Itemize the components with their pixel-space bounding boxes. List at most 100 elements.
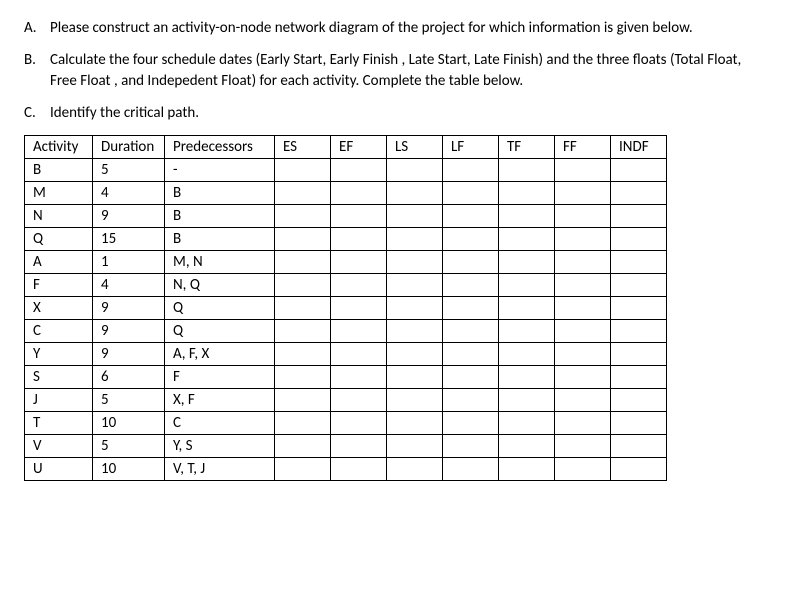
cell-ff [555, 435, 611, 458]
cell-activity: U [25, 458, 93, 481]
schedule-table: Activity Duration Predecessors ES EF LS … [24, 135, 667, 481]
cell-ls [387, 412, 443, 435]
cell-ls [387, 435, 443, 458]
col-activity: Activity [25, 136, 93, 159]
table-row: M4B [25, 182, 667, 205]
cell-tf [499, 251, 555, 274]
question-c: C. Identify the critical path. [24, 103, 764, 123]
cell-indf [611, 274, 667, 297]
cell-tf [499, 297, 555, 320]
cell-ff [555, 274, 611, 297]
cell-lf [443, 320, 499, 343]
cell-activity: X [25, 297, 93, 320]
cell-ef [331, 366, 387, 389]
cell-ls [387, 274, 443, 297]
cell-tf [499, 320, 555, 343]
cell-duration: 9 [93, 320, 165, 343]
cell-activity: Q [25, 228, 93, 251]
cell-ef [331, 412, 387, 435]
cell-ef [331, 320, 387, 343]
table-row: A1M, N [25, 251, 667, 274]
cell-tf [499, 182, 555, 205]
cell-lf [443, 435, 499, 458]
cell-ls [387, 343, 443, 366]
cell-activity: B [25, 159, 93, 182]
cell-ef [331, 205, 387, 228]
col-indf: INDF [611, 136, 667, 159]
cell-indf [611, 366, 667, 389]
cell-tf [499, 205, 555, 228]
cell-es [275, 251, 331, 274]
cell-lf [443, 343, 499, 366]
cell-ef [331, 182, 387, 205]
cell-duration: 15 [93, 228, 165, 251]
col-predecessors: Predecessors [165, 136, 275, 159]
cell-duration: 6 [93, 366, 165, 389]
cell-ff [555, 228, 611, 251]
cell-indf [611, 159, 667, 182]
cell-ef [331, 458, 387, 481]
col-es: ES [275, 136, 331, 159]
cell-es [275, 159, 331, 182]
question-b: B. Calculate the four schedule dates (Ea… [24, 50, 764, 91]
cell-ef [331, 251, 387, 274]
cell-ef [331, 435, 387, 458]
cell-indf [611, 228, 667, 251]
question-text: Please construct an activity-on-node net… [50, 18, 764, 38]
cell-predecessors: V, T, J [165, 458, 275, 481]
cell-tf [499, 274, 555, 297]
cell-duration: 10 [93, 458, 165, 481]
cell-activity: N [25, 205, 93, 228]
cell-ff [555, 251, 611, 274]
cell-ls [387, 205, 443, 228]
cell-predecessors: B [165, 182, 275, 205]
cell-es [275, 274, 331, 297]
cell-duration: 9 [93, 205, 165, 228]
cell-ff [555, 343, 611, 366]
col-ef: EF [331, 136, 387, 159]
cell-indf [611, 389, 667, 412]
cell-lf [443, 251, 499, 274]
cell-predecessors: Q [165, 320, 275, 343]
cell-lf [443, 366, 499, 389]
question-marker: B. [24, 50, 50, 91]
cell-ls [387, 251, 443, 274]
cell-predecessors: B [165, 228, 275, 251]
col-ff: FF [555, 136, 611, 159]
cell-activity: A [25, 251, 93, 274]
cell-predecessors: B [165, 205, 275, 228]
cell-activity: V [25, 435, 93, 458]
cell-predecessors: C [165, 412, 275, 435]
cell-indf [611, 412, 667, 435]
table-row: V5Y, S [25, 435, 667, 458]
table-row: F4N, Q [25, 274, 667, 297]
cell-predecessors: A, F, X [165, 343, 275, 366]
cell-predecessors: M, N [165, 251, 275, 274]
table-body: B5-M4BN9BQ15BA1M, NF4N, QX9QC9QY9A, F, X… [25, 159, 667, 481]
cell-ls [387, 389, 443, 412]
cell-indf [611, 251, 667, 274]
cell-ls [387, 320, 443, 343]
cell-ff [555, 389, 611, 412]
cell-es [275, 389, 331, 412]
col-ls: LS [387, 136, 443, 159]
cell-tf [499, 159, 555, 182]
cell-ls [387, 159, 443, 182]
table-row: B5- [25, 159, 667, 182]
cell-ef [331, 297, 387, 320]
cell-activity: C [25, 320, 93, 343]
table-row: N9B [25, 205, 667, 228]
cell-duration: 4 [93, 182, 165, 205]
col-tf: TF [499, 136, 555, 159]
cell-predecessors: - [165, 159, 275, 182]
cell-tf [499, 366, 555, 389]
cell-ff [555, 366, 611, 389]
cell-predecessors: N, Q [165, 274, 275, 297]
cell-lf [443, 182, 499, 205]
cell-tf [499, 412, 555, 435]
cell-ff [555, 458, 611, 481]
cell-es [275, 458, 331, 481]
table-row: S6F [25, 366, 667, 389]
cell-lf [443, 412, 499, 435]
cell-ls [387, 228, 443, 251]
